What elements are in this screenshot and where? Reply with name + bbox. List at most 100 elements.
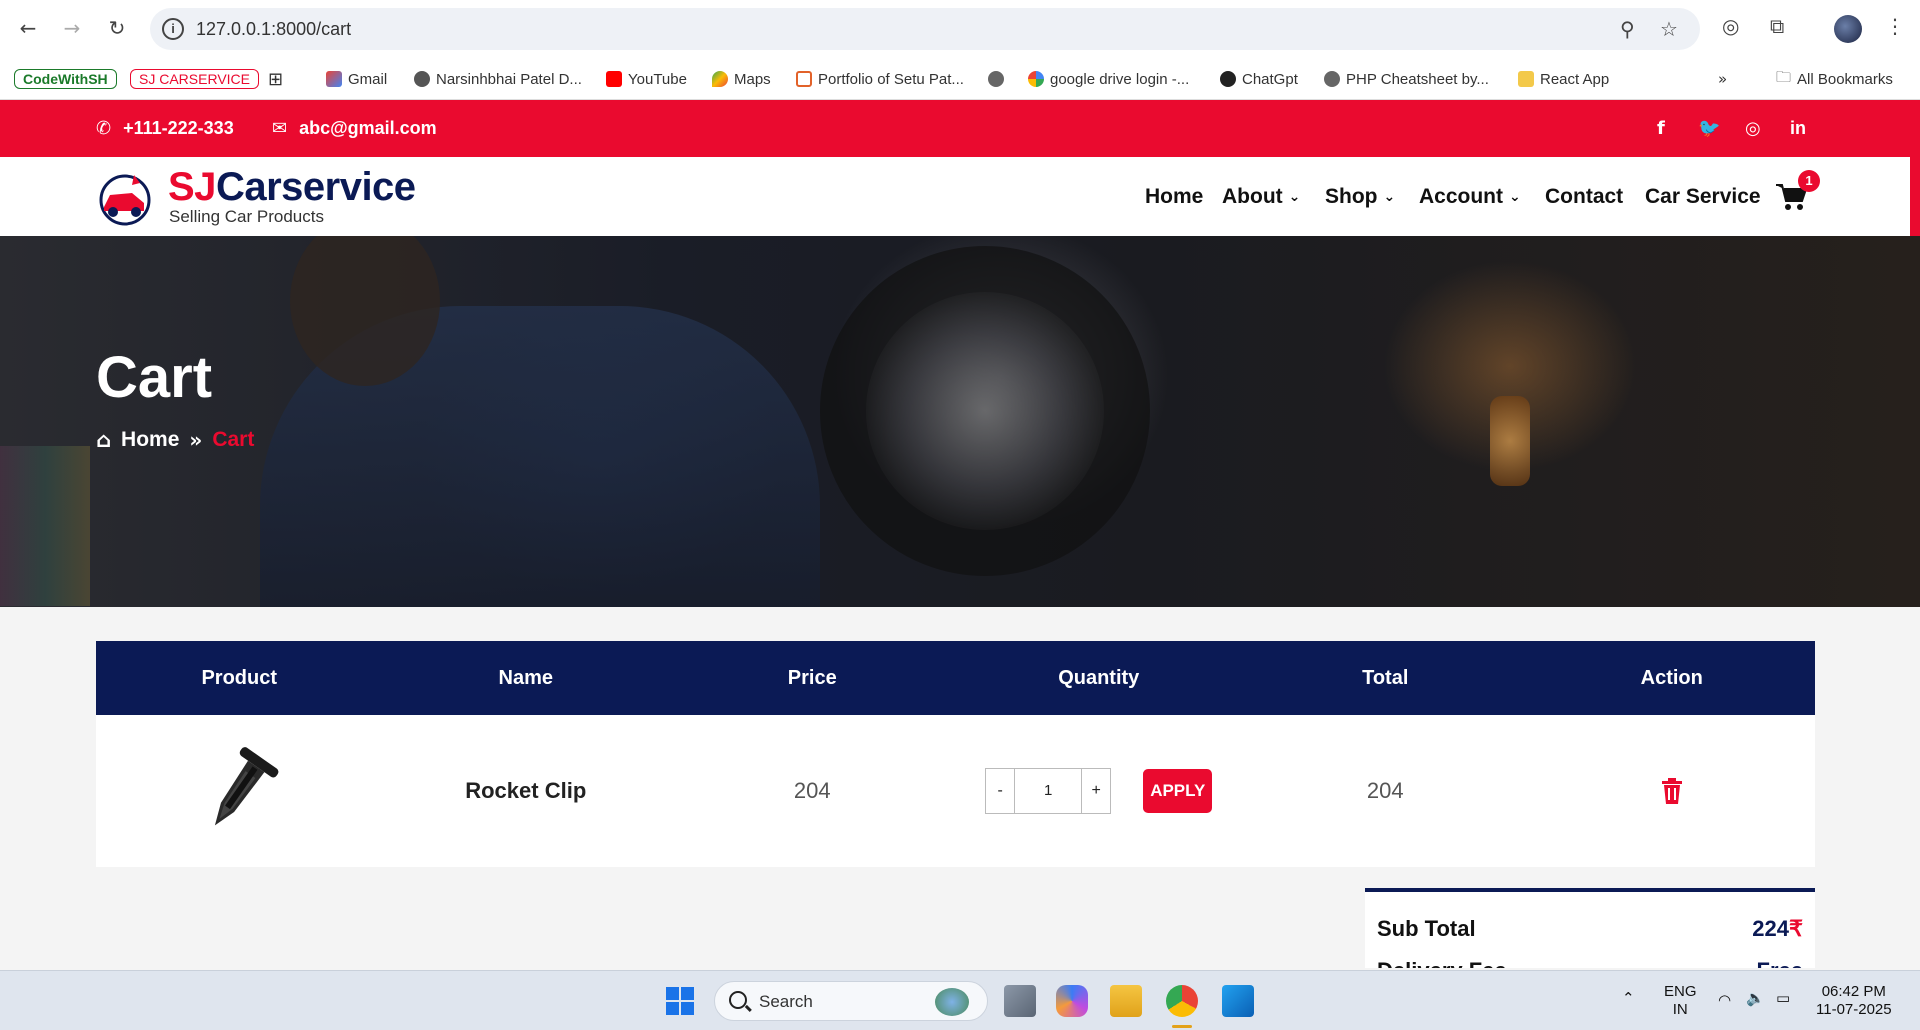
wifi-icon[interactable]: ◠ [1718, 991, 1731, 1009]
subtotal-label: Sub Total [1377, 916, 1476, 941]
line-total: 204 [1366, 778, 1404, 803]
header-action: Action [1640, 666, 1703, 689]
product-name[interactable]: Rocket Clip [465, 778, 586, 804]
menu-kebab-icon[interactable]: ⋮ [1885, 14, 1905, 38]
site-info-icon[interactable]: i [162, 18, 184, 40]
product-price: 204 [793, 778, 831, 803]
bookmark-globe[interactable] [988, 67, 1004, 91]
chrome-icon[interactable] [1166, 985, 1198, 1017]
bookmark-chatgpt[interactable]: ChatGpt [1220, 67, 1298, 91]
brand-name[interactable]: SJCarservice [168, 165, 416, 210]
header-quantity: Quantity [1058, 666, 1140, 689]
quantity-input[interactable]: 1 [1014, 769, 1083, 813]
url-text[interactable]: 127.0.0.1:8000/cart [196, 19, 351, 40]
vscode-icon[interactable] [1222, 985, 1254, 1017]
youtube-icon [606, 71, 622, 87]
react-app-icon [1518, 71, 1534, 87]
double-chevron-right-icon: » [189, 428, 203, 452]
copilot-icon[interactable] [1056, 985, 1088, 1017]
bookmark-php-cheatsheet[interactable]: PHP Cheatsheet by... [1324, 67, 1489, 91]
task-view-icon[interactable] [1004, 985, 1036, 1017]
battery-icon[interactable]: ▭ [1776, 989, 1790, 1007]
cart-table: Product Name Price Quantity Total Action… [96, 641, 1815, 867]
site-header: SJCarservice Selling Car Products Home A… [0, 157, 1920, 236]
bookmark-youtube[interactable]: YouTube [606, 67, 687, 91]
bookmark-portfolio[interactable]: Portfolio of Setu Pat... [796, 67, 964, 91]
nav-account[interactable]: Account ⌄ [1419, 185, 1521, 209]
cart-summary: Sub Total 224₹ Delivery Fee Free [1365, 888, 1815, 968]
language-indicator[interactable]: ENG IN [1664, 983, 1697, 1019]
google-icon [1028, 71, 1044, 87]
bookmark-narsinhbhai[interactable]: Narsinhbhai Patel D... [414, 67, 582, 91]
chevron-down-icon: ⌄ [1288, 189, 1301, 205]
nav-shop[interactable]: Shop ⌄ [1325, 185, 1395, 209]
quantity-cell: - 1 + APPLY [956, 715, 1243, 867]
decrease-quantity-button[interactable]: - [986, 782, 1014, 800]
linkedin-icon[interactable]: in [1790, 118, 1806, 139]
portfolio-icon [796, 71, 812, 87]
header-price: Price [787, 666, 837, 689]
bookmark-codewithsh[interactable]: CodeWithSH [14, 67, 117, 91]
action-cell [1529, 715, 1816, 867]
twitter-icon[interactable]: 🐦 [1698, 118, 1720, 139]
apps-grid-icon[interactable]: ⊞ [268, 67, 283, 91]
chevron-down-icon: ⌄ [1509, 189, 1521, 205]
windows-taskbar: Search ⌃ ENG IN ◠ 🔈 ▭ 06:42 PM 11-07-202… [0, 970, 1920, 1030]
profile-avatar[interactable] [1834, 15, 1862, 43]
cart-table-header: Product Name Price Quantity Total Action [96, 641, 1815, 715]
header-product: Product [201, 666, 278, 689]
instagram-icon[interactable]: ◎ [1745, 118, 1761, 139]
total-cell: 204 [1242, 715, 1529, 867]
cart-count-badge: 1 [1798, 170, 1820, 192]
hero-lamp-image [1490, 396, 1530, 486]
price-cell: 204 [669, 715, 956, 867]
clock[interactable]: 06:42 PM 11-07-2025 [1816, 983, 1892, 1019]
reload-icon[interactable]: ↻ [103, 14, 131, 42]
car-logo-icon[interactable] [96, 169, 154, 227]
more-bookmarks-chevron-icon[interactable]: » [1718, 67, 1727, 91]
bookmark-react-app[interactable]: React App [1518, 67, 1609, 91]
globe-icon [988, 71, 1004, 87]
windows-start-icon[interactable] [664, 985, 696, 1017]
rupee-symbol: ₹ [1789, 916, 1803, 941]
phone-contact[interactable]: ✆ +111-222-333 [96, 118, 234, 139]
increase-quantity-button[interactable]: + [1082, 782, 1110, 800]
back-arrow-icon[interactable]: ← [14, 14, 42, 42]
trash-icon[interactable] [1661, 778, 1683, 804]
browser-toolbar: ← → ↻ i 127.0.0.1:8000/cart ⚲ ☆ ◎ ⧉ ⋮ [0, 0, 1920, 58]
email-contact[interactable]: ✉ abc@gmail.com [272, 118, 437, 139]
page-title: Cart [96, 345, 213, 410]
apply-quantity-button[interactable]: APPLY [1143, 769, 1213, 813]
hero-wheel-image [820, 246, 1150, 576]
file-explorer-icon[interactable] [1110, 985, 1142, 1017]
quantity-stepper: - 1 + [985, 768, 1112, 814]
bookmark-maps[interactable]: Maps [712, 67, 771, 91]
brand-tagline: Selling Car Products [169, 207, 324, 226]
zoom-icon[interactable]: ⚲ [1620, 17, 1635, 41]
facebook-icon[interactable]: f [1657, 118, 1665, 139]
page-hero-banner: Cart ⌂ Home » Cart [0, 236, 1920, 607]
extension-indicator-icon[interactable]: ◎ [1722, 14, 1739, 38]
nav-home[interactable]: Home [1145, 185, 1203, 209]
header-name: Name [498, 666, 553, 689]
bookmark-star-icon[interactable]: ☆ [1660, 17, 1678, 41]
forward-arrow-icon[interactable]: → [58, 14, 86, 42]
hero-background-detail [0, 446, 90, 606]
all-bookmarks-folder[interactable]: 🗀 All Bookmarks [1776, 67, 1893, 91]
bookmark-google-drive-login[interactable]: google drive login -... [1028, 67, 1189, 91]
college-logo-icon [414, 71, 430, 87]
bookmark-sj-carservice[interactable]: SJ CARSERVICE [130, 67, 259, 91]
table-row: Rocket Clip 204 - 1 + APPLY 204 [96, 715, 1815, 867]
rocket-clip-product-image[interactable] [189, 741, 289, 841]
nav-about[interactable]: About ⌄ [1222, 185, 1300, 209]
extensions-icon[interactable]: ⧉ [1770, 14, 1784, 38]
breadcrumb-home[interactable]: Home [121, 428, 179, 452]
bookmark-gmail[interactable]: Gmail [326, 67, 387, 91]
taskbar-search[interactable]: Search [714, 981, 988, 1021]
nav-contact[interactable]: Contact [1545, 185, 1623, 209]
show-hidden-icons-chevron-icon[interactable]: ⌃ [1622, 989, 1635, 1007]
volume-icon[interactable]: 🔈 [1746, 989, 1765, 1007]
phone-icon: ✆ [96, 118, 112, 139]
nav-car-service[interactable]: Car Service [1645, 185, 1761, 209]
address-bar[interactable]: i 127.0.0.1:8000/cart ⚲ ☆ [150, 8, 1700, 50]
